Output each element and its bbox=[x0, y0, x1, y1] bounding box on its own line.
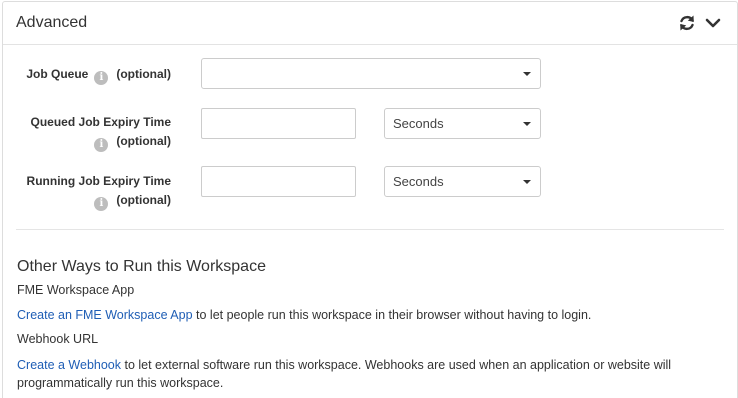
job-queue-select[interactable] bbox=[201, 58, 541, 89]
workspace-app-description: Create an FME Workspace App to let peopl… bbox=[17, 306, 717, 324]
queued-expiry-unit-value: Seconds bbox=[393, 116, 444, 131]
running-expiry-unit-value: Seconds bbox=[393, 174, 444, 189]
caret-down-icon bbox=[523, 72, 531, 76]
webhook-url-heading: Webhook URL bbox=[17, 332, 99, 346]
running-expiry-label: Running Job Expiry Time i (optional) bbox=[27, 172, 171, 211]
webhook-description: Create a Webhook to let external softwar… bbox=[17, 356, 717, 392]
queued-expiry-label-text: Queued Job Expiry Time bbox=[30, 115, 171, 129]
optional-text: (optional) bbox=[116, 134, 171, 148]
job-queue-label-text: Job Queue bbox=[26, 67, 89, 81]
info-icon[interactable]: i bbox=[94, 71, 109, 85]
queued-expiry-input[interactable] bbox=[201, 108, 356, 139]
queued-expiry-unit-select[interactable]: Seconds bbox=[384, 108, 541, 139]
other-ways-title: Other Ways to Run this Workspace bbox=[17, 258, 266, 275]
info-icon[interactable]: i bbox=[94, 138, 109, 152]
create-workspace-app-link[interactable]: Create an FME Workspace App bbox=[17, 308, 193, 322]
advanced-panel: Advanced Job Queue i (optional) Queued Job… bbox=[2, 1, 738, 398]
running-expiry-unit-select[interactable]: Seconds bbox=[384, 166, 541, 197]
header-icons bbox=[677, 13, 723, 33]
job-queue-label: Job Queue i (optional) bbox=[26, 65, 171, 85]
refresh-icon[interactable] bbox=[677, 13, 697, 33]
chevron-down-icon[interactable] bbox=[703, 13, 723, 33]
panel-title: Advanced bbox=[16, 14, 88, 31]
running-expiry-input[interactable] bbox=[201, 166, 356, 197]
divider bbox=[16, 229, 724, 230]
caret-down-icon bbox=[523, 122, 531, 126]
running-expiry-label-text: Running Job Expiry Time bbox=[26, 174, 171, 188]
optional-text: (optional) bbox=[116, 67, 171, 81]
queued-expiry-label: Queued Job Expiry Time i (optional) bbox=[31, 113, 171, 152]
info-icon[interactable]: i bbox=[94, 197, 109, 211]
workspace-app-heading: FME Workspace App bbox=[17, 283, 135, 297]
create-webhook-link[interactable]: Create a Webhook bbox=[17, 358, 121, 372]
workspace-app-text: to let people run this workspace in thei… bbox=[192, 308, 592, 322]
caret-down-icon bbox=[523, 180, 531, 184]
optional-text: (optional) bbox=[116, 193, 171, 207]
panel-header[interactable]: Advanced bbox=[3, 2, 737, 45]
